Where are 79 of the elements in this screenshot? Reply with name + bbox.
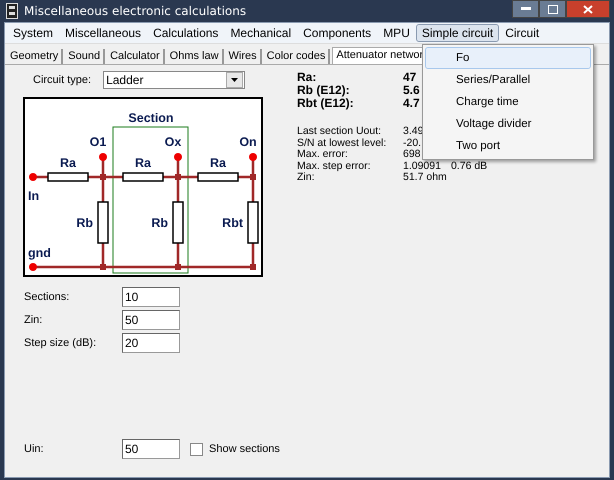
menu-item[interactable]: Mechanical: [224, 24, 298, 42]
field-label: Step size (dB):: [23, 337, 98, 349]
input-field[interactable]: 50: [122, 310, 180, 330]
resistor-label: Rb: [151, 216, 168, 230]
maximize-icon: [548, 4, 558, 14]
resistor: [97, 201, 109, 244]
input-label: In: [28, 189, 40, 203]
result-label: Max. error:: [297, 149, 349, 160]
result-label: Rbt (E12):: [297, 97, 355, 110]
resistor-label: Ra: [135, 156, 151, 170]
menu-item[interactable]: Two port: [425, 135, 591, 157]
resistor: [172, 201, 184, 244]
input-field[interactable]: 20: [122, 333, 180, 353]
minimize-icon: [520, 7, 530, 11]
close-button[interactable]: [566, 0, 610, 18]
node-label: O1: [90, 135, 106, 149]
field-label: Zin:: [23, 314, 44, 326]
field-label: Circuit type:: [33, 74, 92, 86]
input-field[interactable]: 10: [122, 287, 180, 307]
result-value: 1.09091: [403, 160, 441, 172]
tab[interactable]: Ohms law: [166, 49, 224, 64]
result-value: 698: [403, 149, 421, 160]
app-icon: [6, 3, 18, 19]
field-label: Uin:: [23, 443, 45, 455]
result-value: 0.76 dB: [450, 160, 488, 172]
result-value: 4.7: [403, 97, 420, 110]
result-label: Ra:: [297, 71, 318, 84]
menu-item[interactable]: Circuit: [499, 24, 546, 42]
close-icon: [583, 4, 593, 14]
resistor: [197, 172, 239, 182]
menu-item[interactable]: Miscellaneous: [59, 24, 148, 42]
result-label: S/N at lowest level:: [297, 138, 388, 149]
menu-item[interactable]: Series/Parallel: [425, 69, 591, 91]
checkbox-label: Show sections: [209, 443, 280, 455]
menu-item[interactable]: System: [7, 24, 60, 42]
resistor: [247, 201, 259, 244]
menu-item[interactable]: Voltage divider: [425, 113, 591, 135]
resistor-label: Rb: [76, 216, 93, 230]
menu-item[interactable]: Calculations: [147, 24, 224, 42]
caret-icon: [231, 78, 238, 82]
tab[interactable]: Geometry: [7, 49, 64, 64]
input-terminal: [29, 173, 37, 181]
field-label: Sections:: [23, 291, 70, 303]
result-value: 51.7 ohm: [403, 172, 447, 184]
result-label: Last section Uout:: [297, 126, 382, 138]
window-title: Miscellaneous electronic calculations: [24, 4, 246, 18]
result-label: Max. step error:: [297, 160, 372, 172]
output-terminal: [99, 153, 107, 161]
section-label: Section: [128, 111, 174, 125]
menu-item[interactable]: Components: [297, 24, 378, 42]
result-value: -20.: [403, 138, 422, 149]
menu-item[interactable]: Fo: [425, 47, 591, 69]
tab[interactable]: Wires: [226, 49, 262, 64]
node-label: On: [239, 135, 257, 149]
maximize-button[interactable]: [539, 0, 566, 18]
menu-item[interactable]: Simple circuit: [416, 24, 500, 42]
resistor: [47, 172, 89, 182]
result-label: Rb (E12):: [297, 84, 351, 97]
output-terminal: [249, 153, 257, 161]
node-label: Ox: [164, 135, 182, 149]
resistor-label: Rbt: [222, 216, 243, 230]
ground-label: gnd: [28, 246, 51, 260]
circuit-type-dropdown[interactable]: Ladder: [103, 71, 246, 89]
tab[interactable]: Sound: [65, 49, 106, 64]
menu-item[interactable]: Charge time: [425, 91, 591, 113]
result-value: 5.6: [403, 84, 420, 97]
resistor-label: Ra: [210, 156, 226, 170]
input-field[interactable]: 50: [122, 439, 180, 459]
result-label: Zin:: [297, 172, 316, 184]
output-terminal: [174, 153, 182, 161]
menu-item[interactable]: MPU: [377, 24, 416, 42]
minimize-button[interactable]: [512, 0, 539, 18]
resistor: [122, 172, 164, 182]
checkbox[interactable]: [190, 442, 203, 456]
resistor-label: Ra: [60, 156, 76, 170]
tab[interactable]: Calculator: [107, 49, 165, 64]
tab[interactable]: Color codes: [264, 49, 330, 64]
result-value: 47: [403, 71, 416, 84]
ground-terminal: [29, 263, 37, 271]
